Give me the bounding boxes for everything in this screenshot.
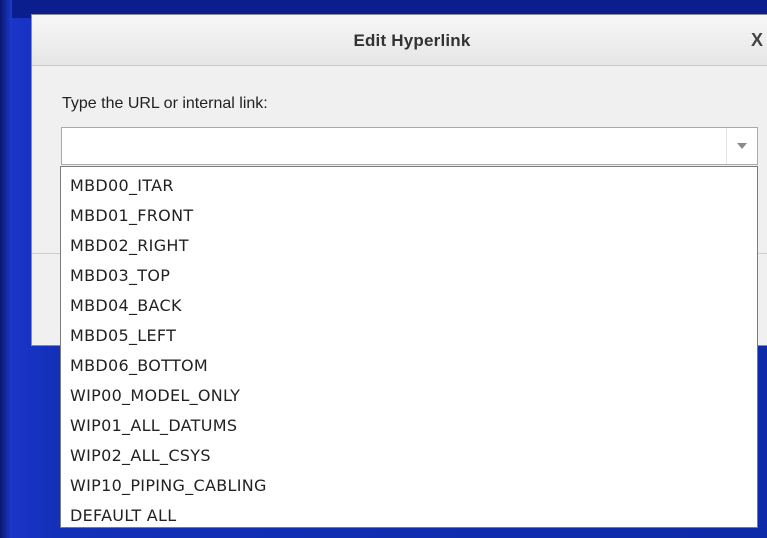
- dialog-title: Edit Hyperlink: [353, 31, 471, 50]
- list-item[interactable]: MBD04_BACK: [61, 291, 757, 321]
- background-left-stripe: [0, 0, 12, 538]
- list-item[interactable]: MBD00_ITAR: [61, 171, 757, 201]
- list-item[interactable]: MBD03_TOP: [61, 261, 757, 291]
- list-item[interactable]: WIP01_ALL_DATUMS: [61, 411, 757, 441]
- list-item[interactable]: WIP10_PIPING_CABLING: [61, 471, 757, 501]
- list-item[interactable]: MBD06_BOTTOM: [61, 351, 757, 381]
- url-dropdown-list[interactable]: MBD00_ITAR MBD01_FRONT MBD02_RIGHT MBD03…: [60, 166, 758, 528]
- url-input[interactable]: [62, 128, 726, 164]
- dialog-titlebar[interactable]: Edit Hyperlink X: [32, 15, 767, 66]
- list-item[interactable]: MBD02_RIGHT: [61, 231, 757, 261]
- list-item[interactable]: MBD01_FRONT: [61, 201, 757, 231]
- url-combobox[interactable]: [61, 127, 758, 165]
- chevron-down-icon[interactable]: [726, 128, 757, 164]
- close-icon[interactable]: X: [744, 29, 767, 51]
- list-item[interactable]: WIP00_MODEL_ONLY: [61, 381, 757, 411]
- list-item[interactable]: WIP02_ALL_CSYS: [61, 441, 757, 471]
- list-item[interactable]: MBD05_LEFT: [61, 321, 757, 351]
- url-label: Type the URL or internal link:: [62, 95, 268, 112]
- list-item[interactable]: DEFAULT ALL: [61, 501, 757, 531]
